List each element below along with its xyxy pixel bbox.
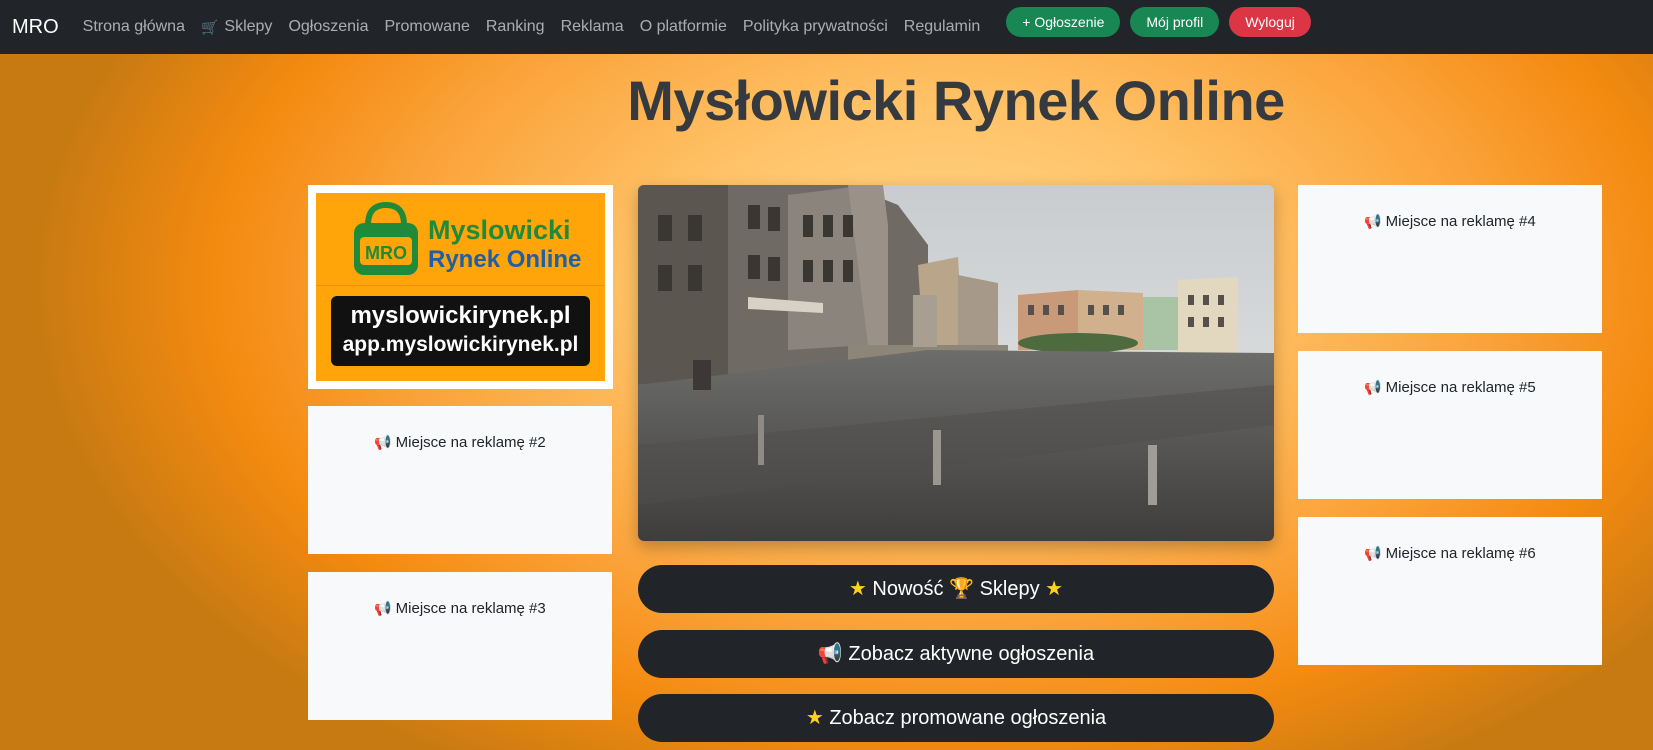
cart-icon: 🛒 <box>200 18 219 35</box>
ad-slot-1-logo[interactable]: MRO Myslowicki Rynek Online myslowickiry… <box>308 185 613 389</box>
ad-slot-4-label: Miejsce na reklamę #4 <box>1385 213 1536 230</box>
star-icon: ★ <box>1045 578 1064 600</box>
ad-slot-5-label: Miejsce na reklamę #5 <box>1385 379 1536 396</box>
nav-link-shops[interactable]: 🛒 Sklepy <box>201 18 272 36</box>
logo-line-2: Rynek Online <box>428 246 582 273</box>
promoted-listings-button[interactable]: ★ Zobacz promowane ogłoszenia <box>638 694 1274 742</box>
megaphone-icon: 📢 <box>374 434 392 450</box>
megaphone-icon: 📢 <box>1364 545 1382 561</box>
add-listing-button[interactable]: + Ogłoszenie <box>1006 7 1121 37</box>
active-listings-label: Zobacz aktywne ogłoszenia <box>848 643 1095 665</box>
logo-url-2: app.myslowickirynek.pl <box>342 333 579 356</box>
promoted-listings-label: Zobacz promowane ogłoszenia <box>829 707 1107 729</box>
megaphone-icon: 📢 <box>1364 213 1382 229</box>
logout-button[interactable]: Wyloguj <box>1229 7 1311 37</box>
nav-link-terms[interactable]: Regulamin <box>904 18 980 36</box>
logo-line-1: Myslowicki <box>428 215 571 245</box>
trophy-icon: 🏆 <box>949 578 974 600</box>
star-icon: ★ <box>848 578 867 600</box>
nav-link-home[interactable]: Strona główna <box>83 18 185 36</box>
ad-slot-3[interactable]: 📢 Miejsce na reklamę #3 <box>308 572 612 720</box>
ad-slot-3-label: Miejsce na reklamę #3 <box>395 600 546 617</box>
nav-link-privacy[interactable]: Polityka prywatności <box>743 18 888 36</box>
page-title: Mysłowicki Rynek Online <box>627 69 1285 132</box>
star-icon: ★ <box>805 707 824 729</box>
nav-link-promoted[interactable]: Promowane <box>384 18 469 36</box>
ad-slot-6-label: Miejsce na reklamę #6 <box>1385 545 1536 562</box>
nav-actions: + Ogłoszenie Mój profil Wyloguj <box>1006 7 1321 37</box>
logo-banner: MRO Myslowicki Rynek Online myslowickiry… <box>316 193 605 381</box>
megaphone-icon: 📢 <box>374 600 392 616</box>
nav-link-ranking[interactable]: Ranking <box>486 18 545 36</box>
logo-badge: MRO <box>365 243 407 263</box>
shopping-bag-icon: MRO <box>354 201 418 275</box>
ad-slot-5[interactable]: 📢 Miejsce na reklamę #5 <box>1298 351 1602 499</box>
logo-url-box: myslowickirynek.pl app.myslowickirynek.p… <box>331 296 590 366</box>
market-square-photo <box>638 185 1274 541</box>
nav-link-advertising[interactable]: Reklama <box>561 18 624 36</box>
brand-link[interactable]: MRO <box>12 16 59 39</box>
ad-slot-2-label: Miejsce na reklamę #2 <box>395 434 546 451</box>
logo-top: MRO Myslowicki Rynek Online <box>316 193 605 286</box>
market-square-image <box>638 185 1274 541</box>
ad-slot-6[interactable]: 📢 Miejsce na reklamę #6 <box>1298 517 1602 665</box>
navbar: MRO Strona główna 🛒 Sklepy Ogłoszenia Pr… <box>0 0 1653 54</box>
new-shops-button[interactable]: ★ Nowość 🏆 Sklepy ★ <box>638 565 1274 613</box>
ad-slot-4[interactable]: 📢 Miejsce na reklamę #4 <box>1298 185 1602 333</box>
my-profile-button[interactable]: Mój profil <box>1130 7 1220 37</box>
nav-link-about[interactable]: O platformie <box>640 18 727 36</box>
megaphone-icon: 📢 <box>817 643 843 665</box>
megaphone-icon: 📢 <box>1364 379 1382 395</box>
active-listings-button[interactable]: 📢 Zobacz aktywne ogłoszenia <box>638 630 1274 678</box>
new-shops-label-b: Sklepy <box>979 578 1040 600</box>
ad-slot-2[interactable]: 📢 Miejsce na reklamę #2 <box>308 406 612 554</box>
nav-link-listings[interactable]: Ogłoszenia <box>288 18 368 36</box>
new-shops-label-a: Nowość <box>872 578 944 600</box>
logo-url-1: myslowickirynek.pl <box>350 302 571 329</box>
nav-link-shops-label: Sklepy <box>224 18 273 35</box>
